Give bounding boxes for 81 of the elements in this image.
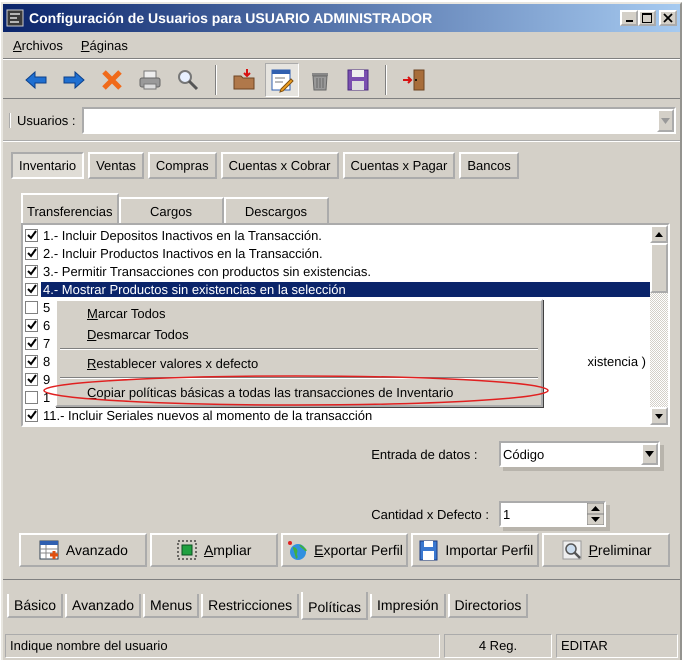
menu-item[interactable]: Restablecer valores x defecto [59,353,539,374]
module-tab[interactable]: Compras [148,152,217,179]
page-tab[interactable]: Básico [7,594,64,618]
minimize-button[interactable] [620,10,638,26]
sub-tab[interactable]: Descargos [224,197,328,223]
close-icon [663,13,673,23]
checkbox[interactable] [25,354,38,368]
policy-text[interactable]: 5 [41,300,52,314]
scrollbar[interactable] [650,225,668,425]
checkbox[interactable] [25,408,38,422]
checkbox[interactable] [25,282,38,296]
policy-text[interactable]: 1.- Incluir Depositos Inactivos en la Transacción. [41,228,324,242]
field-label: Entrada de datos : [371,446,478,462]
floppy-icon [417,539,440,561]
module-tab[interactable]: Ventas [88,152,144,179]
scroll-down-icon [655,414,663,418]
checkbox[interactable] [25,318,38,332]
minimize-icon [626,20,632,22]
edit-mode: EDITAR [556,634,678,658]
action-button[interactable]: Preliminar [542,533,670,567]
menu-item[interactable]: Páginas [78,38,130,53]
menu-item[interactable]: Desmarcar Todos [59,324,539,345]
maximize-button[interactable] [638,10,656,26]
checkbox[interactable] [25,264,38,278]
menu-item[interactable]: Marcar Todos [59,303,539,324]
table-icon [38,539,60,561]
toolbar-button[interactable] [265,62,299,96]
action-button[interactable]: Avanzado [19,533,147,567]
checkbox[interactable] [25,228,38,242]
policy-text[interactable]: 11.- Incluir Seriales nuevos al momento de la transacción [41,408,374,422]
page-tab[interactable]: Avanzado [65,594,142,618]
checkbox[interactable] [25,300,38,314]
policy-text[interactable]: 2.- Incluir Productos Inactivos en la Transacción. [41,246,325,260]
policy-text[interactable]: 8 [41,354,52,368]
spin-arrows-icon [587,503,604,525]
policy-text[interactable]: 9 [41,372,52,386]
action-button[interactable]: Importar Perfil [411,533,540,567]
page-tab[interactable]: Políticas [301,592,368,620]
policy-text[interactable]: 6 [41,318,52,332]
sub-tab[interactable]: Cargos [118,197,224,223]
action-button[interactable]: Ampliar [150,533,278,567]
floppy-icon [345,66,371,92]
page-tab[interactable]: Directorios [448,594,528,618]
expand-icon [176,539,198,561]
policy-text[interactable]: 4.- Mostrar Productos sin existencias en la selección [41,282,650,296]
module-tab[interactable]: Cuentas x Pagar [342,152,456,179]
checkbox[interactable] [25,336,38,350]
close-button[interactable] [659,10,677,26]
page-tab[interactable]: Impresión [370,594,446,618]
action-button[interactable]: Exportar Perfil [280,533,408,567]
module-tab[interactable]: Inventario [11,152,84,179]
dropdown-arrow-icon [661,118,670,124]
module-tab[interactable]: Cuentas x Cobrar [220,152,338,179]
policy-text[interactable]: 3.- Permitir Transacciones con productos sin existencias. [41,264,374,278]
exit-door-icon [401,66,427,92]
dropdown-arrow-icon [645,451,654,457]
policy-text[interactable]: 7 [41,336,52,350]
globe-icon [286,539,308,561]
checkbox[interactable] [25,390,38,404]
maximize-icon [642,13,652,23]
window-title: Configuración de Usuarios para USUARIO ADMINISTRADOR [29,10,434,26]
menu-item[interactable]: Archivos [11,38,65,53]
page-tab[interactable]: Menus [143,594,200,618]
page-tab[interactable]: Restricciones [201,594,300,618]
module-tab[interactable]: Bancos [459,152,519,179]
field-label: Usuarios : [9,113,76,128]
menu-item[interactable]: Copiar políticas básicas a todas las transacciones de Inventario [59,382,539,403]
app-icon [6,9,24,27]
field-label: Cantidad x Defecto : [371,506,489,522]
record-count: 4 Reg. [444,634,552,658]
scroll-up-icon [655,232,663,236]
sub-tab[interactable]: Transferencias [21,193,118,223]
status-message: Indique nombre del usuario [5,634,440,658]
checkbox[interactable] [25,246,38,260]
search-icon [560,539,583,561]
edit-icon [269,66,295,92]
user-combo-field[interactable] [82,107,676,134]
policy-text: xistencia ) [587,354,647,368]
policy-text[interactable]: 1 [41,390,52,404]
checkbox[interactable] [25,372,38,386]
folder-icon [231,66,257,92]
